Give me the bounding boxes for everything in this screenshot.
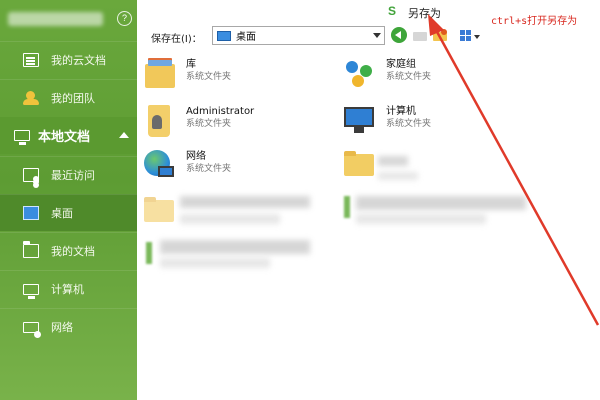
location-value: 桌面 <box>236 32 256 43</box>
file-type: 系统文件夹 <box>186 164 232 174</box>
sidebar-item-my-team[interactable]: 我的团队 <box>0 79 137 116</box>
sidebar-item-label: 桌面 <box>51 207 73 220</box>
annotation-arrow-line <box>434 29 600 326</box>
account-name-blurred[interactable] <box>8 12 103 26</box>
sidebar-item-my-documents[interactable]: 我的文档 <box>0 232 137 269</box>
save-in-label: 保存在(I)： <box>151 34 202 45</box>
location-dropdown[interactable]: 桌面 <box>212 26 385 45</box>
team-icon <box>23 91 39 105</box>
view-menu-button[interactable] <box>459 27 481 43</box>
dialog-title: 另存为 <box>408 7 441 20</box>
blurred-filename <box>378 156 408 166</box>
file-name: 网络 <box>186 151 206 162</box>
desktop-icon <box>23 206 39 220</box>
sidebar-item-label: 我的文档 <box>51 245 95 258</box>
help-icon[interactable]: ? <box>117 11 132 26</box>
blurred-filetype <box>160 258 270 268</box>
file-icon-blurred <box>146 242 152 264</box>
monitor-icon <box>14 130 30 145</box>
cloud-doc-icon <box>23 53 39 67</box>
file-type: 系统文件夹 <box>386 119 432 129</box>
file-name: Administrator <box>186 106 255 117</box>
blurred-filetype <box>356 214 486 224</box>
user-folder-icon <box>144 105 176 137</box>
computer-icon <box>23 283 39 299</box>
file-item-library[interactable]: 库 系统文件夹 <box>144 58 231 90</box>
computer-icon <box>344 105 376 137</box>
network-icon <box>23 321 41 338</box>
sidebar-item-label: 最近访问 <box>51 169 95 182</box>
annotation-text: ctrl+s打开另存为 <box>491 16 578 27</box>
file-name: 库 <box>186 59 196 70</box>
sidebar-item-label: 计算机 <box>51 283 84 296</box>
file-item-administrator[interactable]: Administrator 系统文件夹 <box>144 105 254 137</box>
sidebar-item-recent[interactable]: 最近访问 <box>0 156 137 193</box>
file-type: 系统文件夹 <box>186 119 232 129</box>
sidebar: ? 我的云文档 我的团队 本地文档 最近访问 桌面 我的文档 计算机 网络 <box>0 0 137 400</box>
blurred-filename <box>180 196 310 208</box>
sidebar-item-cloud-docs[interactable]: 我的云文档 <box>0 41 137 78</box>
sidebar-header: ? <box>0 0 137 38</box>
blurred-filetype <box>378 172 418 180</box>
wps-logo-icon: S <box>388 4 397 18</box>
file-type: 系统文件夹 <box>186 72 232 82</box>
blurred-filename <box>356 196 526 210</box>
folder-icon <box>344 148 376 180</box>
sidebar-item-computer[interactable]: 计算机 <box>0 270 137 307</box>
sidebar-section-label: 本地文档 <box>38 130 91 145</box>
file-name: 家庭组 <box>386 59 416 70</box>
file-type: 系统文件夹 <box>386 72 432 82</box>
sidebar-item-desktop[interactable]: 桌面 <box>0 194 137 231</box>
recent-icon <box>23 168 39 182</box>
file-item-homegroup[interactable]: 家庭组 系统文件夹 <box>344 58 431 90</box>
network-icon <box>144 150 176 182</box>
file-name: 计算机 <box>386 106 416 117</box>
sidebar-item-label: 我的团队 <box>51 92 95 105</box>
blurred-filename <box>160 240 310 254</box>
new-folder-button[interactable] <box>432 27 448 43</box>
file-item-computer[interactable]: 计算机 系统文件夹 <box>344 105 431 137</box>
blurred-filetype <box>180 214 280 224</box>
up-folder-button[interactable] <box>412 27 428 43</box>
chevron-down-icon[interactable] <box>373 33 381 38</box>
folder-icon <box>144 194 176 226</box>
sidebar-item-network[interactable]: 网络 <box>0 308 137 345</box>
back-button[interactable] <box>391 27 407 43</box>
file-icon-blurred <box>344 196 350 218</box>
sidebar-section-local-docs[interactable]: 本地文档 <box>0 117 137 154</box>
sidebar-item-label: 网络 <box>51 321 73 334</box>
desktop-icon <box>217 30 231 41</box>
folder-icon <box>23 241 39 258</box>
homegroup-icon <box>344 58 376 90</box>
file-item-network[interactable]: 网络 系统文件夹 <box>144 150 231 182</box>
collapse-caret-icon[interactable] <box>119 132 129 138</box>
sidebar-item-label: 我的云文档 <box>51 54 106 67</box>
library-icon <box>144 58 176 90</box>
